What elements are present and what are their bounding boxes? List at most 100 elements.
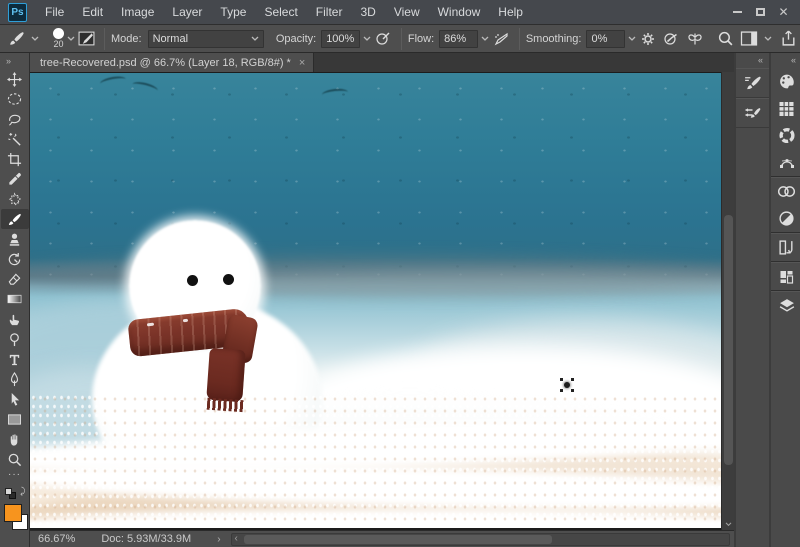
share-icon[interactable] xyxy=(780,29,797,49)
color-panel-icon[interactable] xyxy=(771,68,800,95)
hand-tool[interactable] xyxy=(1,429,29,449)
horizontal-scrollbar[interactable]: ‹ xyxy=(231,533,730,546)
menu-filter[interactable]: Filter xyxy=(307,0,352,24)
history-brush-tool[interactable] xyxy=(1,249,29,269)
flow-input[interactable]: 86% xyxy=(439,30,478,48)
toolbar-overflow-icon[interactable]: ··· xyxy=(8,469,21,482)
menu-window[interactable]: Window xyxy=(429,0,490,24)
move-tool[interactable] xyxy=(1,69,29,89)
scroll-left-icon[interactable]: ‹ xyxy=(232,534,238,544)
menu-type[interactable]: Type xyxy=(211,0,255,24)
smoothing-label: Smoothing: xyxy=(526,33,582,45)
close-icon[interactable]: ✕ xyxy=(775,5,792,20)
adjustments-icon[interactable] xyxy=(771,205,800,232)
rectangle-icon xyxy=(7,413,22,426)
menu-image[interactable]: Image xyxy=(112,0,163,24)
lasso-icon xyxy=(7,112,22,127)
clone-stamp-icon xyxy=(7,232,22,247)
eraser-tool[interactable] xyxy=(1,269,29,289)
dodge-tool[interactable] xyxy=(1,329,29,349)
document-tab-bar: tree-Recovered.psd @ 66.7% (Layer 18, RG… xyxy=(30,53,734,72)
path-select-tool[interactable] xyxy=(1,389,29,409)
chevron-down-icon[interactable] xyxy=(628,36,636,42)
menu-3d[interactable]: 3D xyxy=(351,0,384,24)
brush-tool[interactable] xyxy=(1,209,29,229)
magic-wand-tool[interactable] xyxy=(1,129,29,149)
document-canvas[interactable] xyxy=(30,72,721,530)
tab-close-icon[interactable]: × xyxy=(299,57,305,69)
chevron-down-icon[interactable] xyxy=(363,36,371,42)
toggle-brush-panel-icon[interactable] xyxy=(78,29,95,49)
type-tool[interactable] xyxy=(1,349,29,369)
minimize-icon[interactable] xyxy=(729,5,746,20)
history-panel-icon[interactable] xyxy=(771,234,800,261)
menu-layer[interactable]: Layer xyxy=(163,0,211,24)
vertical-scrollbar-thumb[interactable] xyxy=(724,215,733,465)
healing-brush-tool[interactable] xyxy=(1,189,29,209)
vertical-scrollbar[interactable] xyxy=(721,72,734,530)
pressure-opacity-icon[interactable] xyxy=(374,29,392,49)
crop-tool[interactable] xyxy=(1,149,29,169)
status-flyout-icon[interactable]: › xyxy=(199,534,226,545)
move-icon xyxy=(7,72,22,87)
document-tab[interactable]: tree-Recovered.psd @ 66.7% (Layer 18, RG… xyxy=(30,53,314,72)
smoothing-options-gear-icon[interactable] xyxy=(639,29,656,49)
menu-view[interactable]: View xyxy=(385,0,429,24)
chevron-down-icon[interactable] xyxy=(764,36,772,42)
libraries-panel-icon[interactable] xyxy=(771,263,800,290)
brushes-icon xyxy=(743,105,762,121)
menu-edit[interactable]: Edit xyxy=(73,0,112,24)
toolbar-expand-glyph[interactable]: » xyxy=(0,53,12,69)
swatches-panel-icon[interactable] xyxy=(771,95,800,122)
collapse-panels-icon[interactable]: « xyxy=(791,53,800,68)
maximize-icon[interactable] xyxy=(752,5,769,20)
zoom-tool[interactable] xyxy=(1,449,29,469)
swap-colors-icon[interactable]: ⤸ xyxy=(4,485,26,499)
dodge-icon xyxy=(7,332,22,347)
gradient-tool[interactable] xyxy=(1,289,29,309)
scroll-down-icon[interactable] xyxy=(725,522,732,527)
mode-select[interactable]: Normal xyxy=(148,30,264,48)
chevron-down-icon[interactable] xyxy=(67,36,75,42)
brush-size-preview[interactable]: 20 xyxy=(53,28,64,49)
ps-logo[interactable]: Ps xyxy=(8,3,27,22)
symmetry-butterfly-icon[interactable] xyxy=(686,29,704,49)
workspace-switcher-icon[interactable] xyxy=(740,29,758,49)
selection-arrow-icon xyxy=(8,392,21,407)
document-title: tree-Recovered.psd @ 66.7% (Layer 18, RG… xyxy=(40,57,291,69)
elliptical-marquee-tool[interactable] xyxy=(1,89,29,109)
eraser-icon xyxy=(7,272,22,287)
brush-cursor xyxy=(560,378,574,392)
chevron-down-icon[interactable] xyxy=(481,36,489,42)
menu-file[interactable]: File xyxy=(36,0,73,24)
paths-panel-icon[interactable] xyxy=(771,149,800,176)
brushes-panel-tab[interactable] xyxy=(736,98,769,128)
pressure-size-icon[interactable] xyxy=(662,29,680,49)
rectangle-tool[interactable] xyxy=(1,409,29,429)
search-icon[interactable] xyxy=(717,29,734,49)
color-wheel-icon[interactable] xyxy=(771,122,800,149)
lasso-tool[interactable] xyxy=(1,109,29,129)
panel-column-brushes: « xyxy=(736,53,769,547)
eyedropper-tool[interactable] xyxy=(1,169,29,189)
zoom-level-field[interactable]: 66.67% xyxy=(30,533,85,545)
creative-cloud-icon[interactable] xyxy=(771,178,800,205)
panel-dock: « « xyxy=(734,53,800,547)
zoom-icon xyxy=(7,452,22,467)
brush-tool-preset-icon[interactable] xyxy=(8,29,25,49)
brush-settings-panel-tab[interactable] xyxy=(736,68,769,98)
layers-panel-icon[interactable] xyxy=(771,292,800,319)
snowman-scarf xyxy=(125,309,265,414)
collapse-panels-icon[interactable]: « xyxy=(758,53,769,68)
foreground-color-swatch[interactable] xyxy=(4,504,22,522)
menu-help[interactable]: Help xyxy=(489,0,532,24)
pen-tool[interactable] xyxy=(1,369,29,389)
chevron-down-icon[interactable] xyxy=(31,36,39,42)
horizontal-scrollbar-thumb[interactable] xyxy=(244,535,552,544)
smudge-tool[interactable] xyxy=(1,309,29,329)
menu-select[interactable]: Select xyxy=(255,0,306,24)
opacity-input[interactable]: 100% xyxy=(321,30,360,48)
airbrush-icon[interactable] xyxy=(492,29,510,49)
clone-stamp-tool[interactable] xyxy=(1,229,29,249)
smoothing-input[interactable]: 0% xyxy=(586,30,625,48)
